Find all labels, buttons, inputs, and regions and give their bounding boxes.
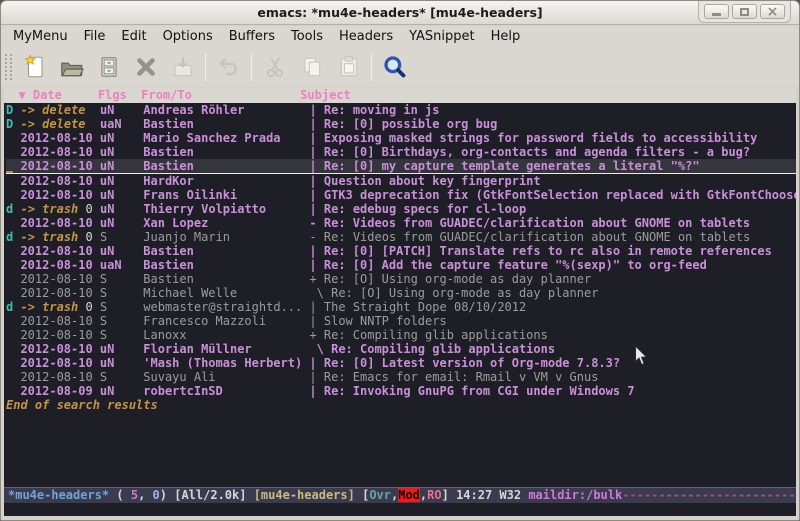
message-row[interactable]: D -> delete uaN Bastien | Re: [0] possib… <box>6 117 796 131</box>
message-row[interactable]: 2012-08-10 uN HardKor | Question about k… <box>6 174 796 188</box>
message-row[interactable]: 2012-08-10 S Lanoxx + Re: Compiling glib… <box>6 328 796 342</box>
close-icon <box>133 54 159 80</box>
maximize-icon <box>740 8 749 16</box>
message-row[interactable]: d -> trash 0 S webmaster@straightd... | … <box>6 300 796 314</box>
menu-item-tools[interactable]: Tools <box>283 27 331 46</box>
message-row[interactable]: 2012-08-10 uN Xan Lopez - Re: Videos fro… <box>6 216 796 230</box>
close-buffer-button[interactable] <box>127 50 164 84</box>
message-row-current[interactable]: 2012-08-10 uN Bastien | Re: [0] my captu… <box>6 159 796 174</box>
message-row[interactable]: 2012-08-10 uN Bastien | Re: [0] Birthday… <box>6 145 796 159</box>
toolbar-separator <box>205 53 206 81</box>
save-buffer-button <box>164 50 201 84</box>
cut-button <box>256 50 293 84</box>
toolbar-separator <box>371 53 372 81</box>
message-row[interactable]: 2012-08-09 uN robertcInSD | Re: Invoking… <box>6 384 796 398</box>
new-file-icon <box>22 54 48 80</box>
message-row[interactable]: d -> trash 0 uN Thierry Volpiatto | Re: … <box>6 202 796 216</box>
save-icon <box>170 54 196 80</box>
maximize-button[interactable] <box>732 4 757 19</box>
mouse-cursor <box>634 345 649 367</box>
menu-item-buffers[interactable]: Buffers <box>221 27 283 46</box>
end-of-results: End of search results <box>4 398 796 412</box>
menu-item-file[interactable]: File <box>76 27 114 46</box>
menu-item-headers[interactable]: Headers <box>331 27 401 46</box>
close-icon: × <box>767 5 779 19</box>
window-title: emacs: *mu4e-headers* [mu4e-headers] <box>1 5 799 20</box>
message-row[interactable]: d -> trash 0 S Juanjo Marin - Re: Videos… <box>6 230 796 244</box>
menubar: MyMenuFileEditOptionsBuffersToolsHeaders… <box>1 26 799 47</box>
menu-item-mymenu[interactable]: MyMenu <box>5 27 76 46</box>
file-cabinet-button[interactable] <box>90 50 127 84</box>
message-list: D -> delete uN Andreas Röhler | Re: movi… <box>4 103 796 398</box>
undo-icon <box>216 54 242 80</box>
message-row[interactable]: 2012-08-10 uN Mario Sanchez Prada | Expo… <box>6 131 796 145</box>
search-icon <box>382 54 408 80</box>
minimize-icon <box>712 13 721 16</box>
copy-icon <box>299 54 325 80</box>
message-row[interactable]: 2012-08-10 S Michael Welle \ Re: [O] Usi… <box>6 286 796 300</box>
paste-button <box>330 50 367 84</box>
message-row[interactable]: 2012-08-10 S Suvayu Ali | Re: Emacs for … <box>6 370 796 384</box>
message-row[interactable]: 2012-08-10 uaN Bastien | Re: [0] Add the… <box>6 258 796 272</box>
paste-icon <box>336 54 362 80</box>
menu-item-edit[interactable]: Edit <box>113 27 154 46</box>
toolbar <box>1 47 799 87</box>
message-row[interactable]: 2012-08-10 S Francesco Mazzoli | Slow NN… <box>6 314 796 328</box>
titlebar[interactable]: emacs: *mu4e-headers* [mu4e-headers] × <box>1 1 799 25</box>
window-controls: × <box>698 1 791 23</box>
toolbar-grip[interactable] <box>5 54 12 80</box>
mode-line: *mu4e-headers* ( 5, 0) [All/2.0k] [mu4e-… <box>4 487 796 503</box>
message-row[interactable]: 2012-08-10 uN Florian Müllner \ Re: Comp… <box>6 342 796 356</box>
message-row[interactable]: D -> delete uN Andreas Röhler | Re: movi… <box>6 103 796 117</box>
menu-item-options[interactable]: Options <box>155 27 221 46</box>
toolbar-separator <box>251 53 252 81</box>
buffer-empty-space[interactable] <box>4 412 796 487</box>
menu-item-yasnippet[interactable]: YASnippet <box>401 27 483 46</box>
open-folder-icon <box>59 54 85 80</box>
minimize-button[interactable] <box>704 4 729 19</box>
new-file-button[interactable] <box>16 50 53 84</box>
echo-area <box>4 503 796 516</box>
undo-button <box>210 50 247 84</box>
message-row[interactable]: 2012-08-10 uN Bastien | Re: [0] [PATCH] … <box>6 244 796 258</box>
open-folder-button[interactable] <box>53 50 90 84</box>
message-row[interactable]: 2012-08-10 uN Frans Oilinki | GTK3 depre… <box>6 188 796 202</box>
copy-button <box>293 50 330 84</box>
buffer-mu4e-headers: ▼ Date Flgs From/To Subject D -> delete … <box>4 88 796 516</box>
message-row[interactable]: 2012-08-10 uN 'Mash (Thomas Herbert) | R… <box>6 356 796 370</box>
cut-icon <box>262 54 288 80</box>
message-row[interactable]: 2012-08-10 S Bastien + Re: [O] Using org… <box>6 272 796 286</box>
emacs-window: emacs: *mu4e-headers* [mu4e-headers] × M… <box>0 0 800 521</box>
file-cabinet-icon <box>96 54 122 80</box>
search-button[interactable] <box>376 50 413 84</box>
close-button[interactable]: × <box>760 4 785 19</box>
menu-item-help[interactable]: Help <box>483 27 529 46</box>
header-line[interactable]: ▼ Date Flgs From/To Subject <box>4 88 796 103</box>
